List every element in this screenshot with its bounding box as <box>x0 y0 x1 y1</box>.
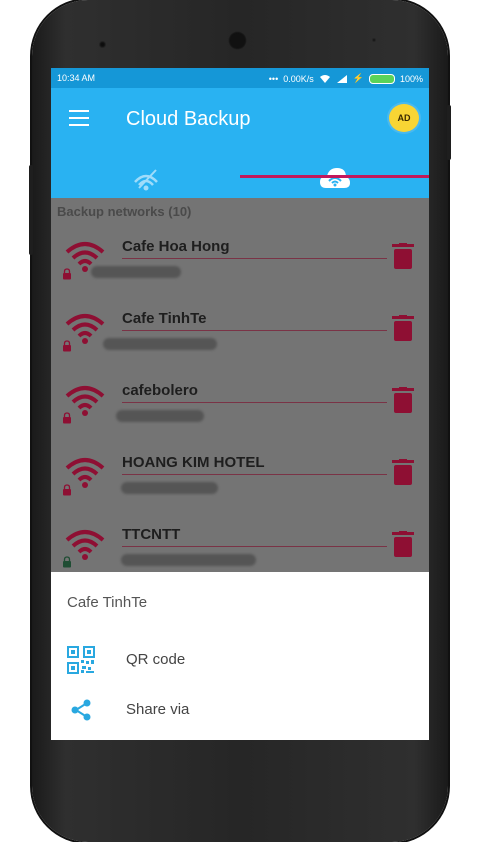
charging-icon: ⚡ <box>352 73 364 83</box>
tab-indicator <box>240 175 429 178</box>
password-hidden <box>121 554 256 566</box>
screen: 10:34 AM ••• 0.00K/s ⚡ 100% Cloud Backup… <box>51 68 429 740</box>
status-bar: 10:34 AM ••• 0.00K/s ⚡ 100% <box>51 68 429 88</box>
status-time: 10:34 AM <box>57 73 96 83</box>
network-ssid: Cafe TinhTe <box>122 310 207 327</box>
cloud-wifi-icon <box>320 168 350 188</box>
network-ssid: TTCNTT <box>122 526 181 543</box>
bottom-sheet-title: Cafe TinhTe <box>67 594 148 611</box>
network-ssid: cafebolero <box>122 382 198 399</box>
ad-badge-icon[interactable]: AD <box>389 104 419 132</box>
qr-code-option[interactable]: QR code <box>51 636 429 684</box>
share-icon <box>71 699 91 721</box>
lock-icon <box>63 340 71 352</box>
password-hidden <box>121 482 218 494</box>
qr-code-icon <box>67 646 95 674</box>
list-item[interactable]: Cafe Hoa Hong <box>51 232 429 304</box>
front-sensor <box>99 41 106 48</box>
password-hidden <box>116 410 204 422</box>
battery-icon <box>368 73 395 84</box>
list-item[interactable]: HOANG KIM HOTEL <box>51 448 429 520</box>
tab-bar <box>51 158 429 198</box>
lock-icon <box>63 412 71 424</box>
front-camera <box>228 31 247 50</box>
wifi-status-icon <box>319 74 330 83</box>
menu-icon[interactable] <box>69 110 89 126</box>
trash-icon[interactable] <box>392 459 414 485</box>
password-hidden <box>103 338 217 350</box>
power-button <box>447 105 451 160</box>
list-item[interactable]: Cafe TinhTe <box>51 304 429 376</box>
more-icon: ••• <box>268 73 279 84</box>
section-header: Backup networks (10) <box>57 204 192 219</box>
divider <box>122 258 387 259</box>
divider <box>122 474 387 475</box>
network-speed: 0.00K/s <box>283 73 314 84</box>
volume-button <box>29 165 33 255</box>
bottom-sheet: Cafe TinhTe QR code Share via <box>51 572 429 740</box>
app-bar: Cloud Backup AD <box>51 88 429 198</box>
trash-icon[interactable] <box>392 387 414 413</box>
network-ssid: Cafe Hoa Hong <box>122 238 230 255</box>
tab-cloud-backup[interactable] <box>240 158 429 198</box>
share-via-label: Share via <box>126 701 190 718</box>
password-hidden <box>91 266 181 278</box>
trash-icon[interactable] <box>392 531 414 557</box>
network-ssid: HOANG KIM HOTEL <box>122 454 265 471</box>
battery-percent: 100% <box>399 73 423 84</box>
share-via-option[interactable]: Share via <box>51 686 429 734</box>
divider <box>122 402 387 403</box>
app-title: Cloud Backup <box>126 108 251 130</box>
signal-icon <box>336 74 347 83</box>
lock-icon <box>63 268 71 280</box>
wifi-manage-icon <box>134 169 158 191</box>
trash-icon[interactable] <box>392 243 414 269</box>
divider <box>122 330 387 331</box>
lock-icon <box>63 484 71 496</box>
lock-icon <box>63 556 71 568</box>
list-item[interactable]: cafebolero <box>51 376 429 448</box>
tab-local-wifi[interactable] <box>51 158 240 198</box>
front-sensor-right <box>372 38 376 42</box>
trash-icon[interactable] <box>392 315 414 341</box>
qr-code-label: QR code <box>126 651 186 668</box>
divider <box>122 546 387 547</box>
